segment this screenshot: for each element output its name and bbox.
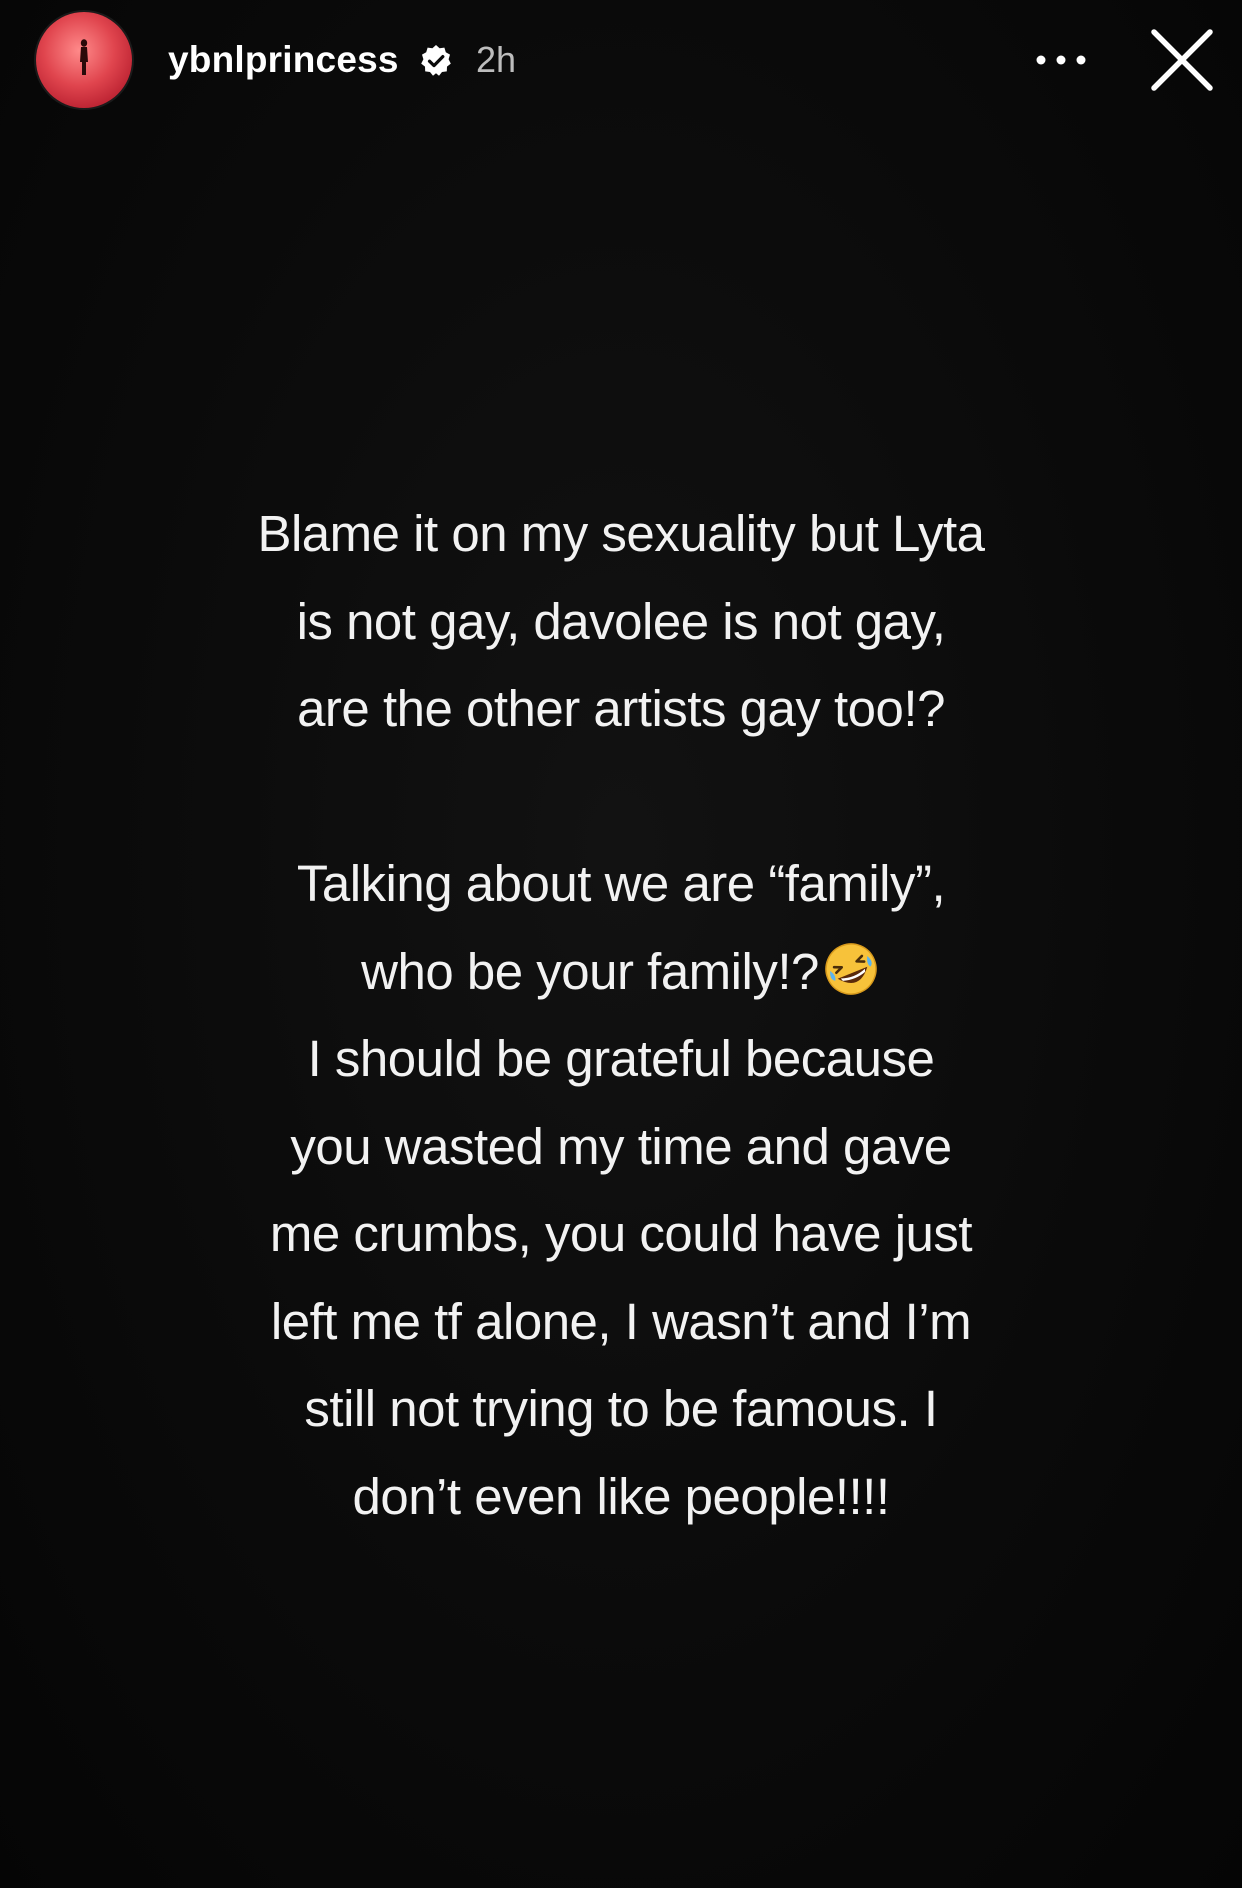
more-options-icon	[1036, 55, 1086, 65]
story-line: are the other artists gay too!?	[297, 680, 945, 737]
story-line: Talking about we are “family”,	[296, 855, 946, 912]
story-viewer[interactable]: ybnlprincess 2h Blame it on my sexuality…	[0, 0, 1242, 1888]
avatar-figure-icon	[80, 39, 88, 75]
post-timestamp: 2h	[476, 39, 517, 80]
story-line: left me tf alone, I wasn’t and I’m	[270, 1292, 972, 1350]
username-link[interactable]: ybnlprincess	[168, 36, 399, 84]
verified-badge-icon	[421, 45, 451, 76]
story-line: you wasted my time and gave	[290, 1117, 952, 1175]
profile-avatar[interactable]	[36, 12, 132, 108]
story-line-text: who be your family!?	[361, 942, 819, 1000]
story-line: is not gay, davolee is not gay,	[296, 592, 946, 650]
story-line: me crumbs, you could have just	[269, 1205, 973, 1262]
story-line-with-emoji: who be your family!?	[171, 928, 1071, 1016]
story-text-block: Blame it on my sexuality but Lyta is not…	[171, 490, 1071, 1540]
more-options-button[interactable]	[1030, 36, 1092, 84]
story-header: ybnlprincess 2h	[0, 0, 1242, 120]
story-line: I should be grateful because	[307, 1030, 935, 1087]
close-icon	[1151, 29, 1213, 91]
rolling-on-floor-laughing-emoji-icon	[821, 938, 881, 998]
story-line: don’t even like people!!!!	[352, 1467, 890, 1525]
close-button[interactable]	[1148, 26, 1216, 94]
story-line: Blame it on my sexuality but Lyta	[257, 505, 985, 562]
story-line: still not trying to be famous. I	[304, 1380, 938, 1437]
story-blank-line	[171, 753, 1071, 841]
